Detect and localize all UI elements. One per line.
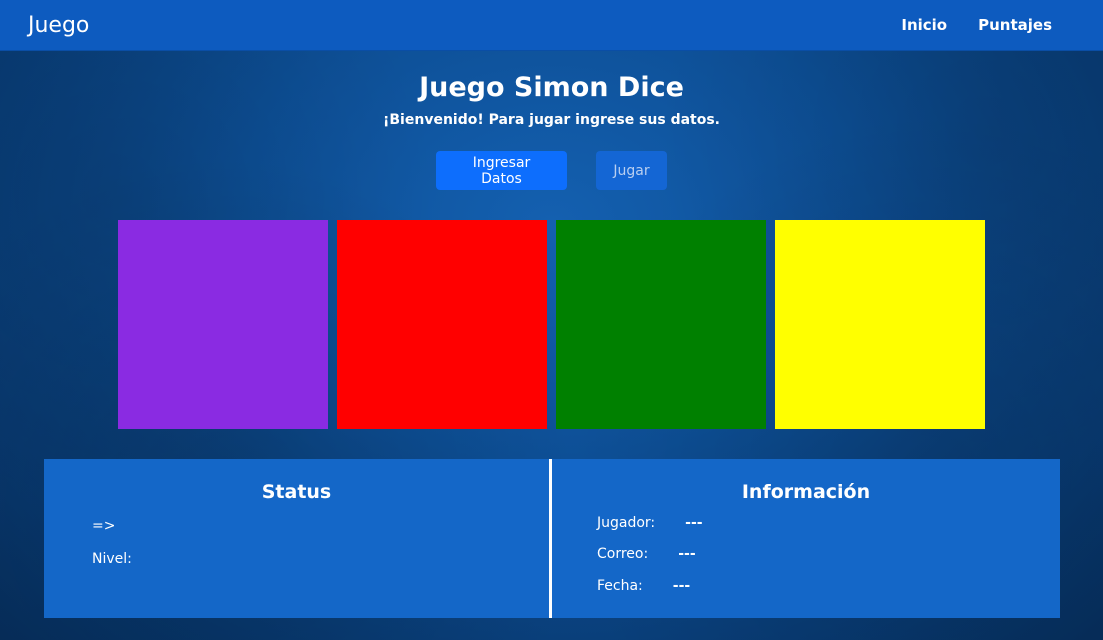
info-title: Información (741, 481, 871, 503)
player-label: Jugador: (597, 515, 656, 531)
status-arrow: => (92, 518, 116, 534)
status-panel: Status => Nivel: (44, 459, 549, 618)
tile-purple[interactable] (118, 220, 328, 429)
page-subtitle: ¡Bienvenido! Para jugar ingrese sus dato… (383, 112, 720, 128)
simon-tiles (118, 220, 985, 429)
email-label: Correo: (597, 546, 649, 562)
info-panel: Información Jugador: --- Correo: --- Fec… (552, 459, 1060, 618)
page-header: Juego Simon Dice ¡Bienvenido! Para jugar… (0, 70, 1103, 128)
action-buttons: Ingresar Datos Jugar (0, 151, 1103, 190)
date-row: Fecha: --- (597, 578, 690, 594)
tile-red[interactable] (337, 220, 547, 429)
player-value: --- (685, 515, 703, 531)
bottom-panels: Status => Nivel: Información Jugador: --… (44, 459, 1060, 618)
date-value: --- (672, 578, 691, 594)
tile-green[interactable] (556, 220, 766, 429)
tile-yellow[interactable] (775, 220, 985, 429)
nav-link-puntajes[interactable]: Puntajes (978, 16, 1052, 34)
nav-links: Inicio Puntajes (901, 16, 1052, 34)
email-row: Correo: --- (597, 546, 696, 562)
email-value: --- (678, 546, 696, 562)
page-title: Juego Simon Dice (419, 72, 684, 103)
player-row: Jugador: --- (597, 515, 703, 531)
play-button[interactable]: Jugar (596, 151, 667, 190)
nav-link-inicio[interactable]: Inicio (901, 16, 947, 34)
navbar: Juego Inicio Puntajes (0, 0, 1103, 51)
enter-data-button[interactable]: Ingresar Datos (436, 151, 567, 190)
level-label: Nivel: (92, 551, 132, 567)
date-label: Fecha: (597, 578, 643, 594)
status-title: Status (261, 481, 332, 503)
navbar-brand[interactable]: Juego (28, 13, 89, 38)
